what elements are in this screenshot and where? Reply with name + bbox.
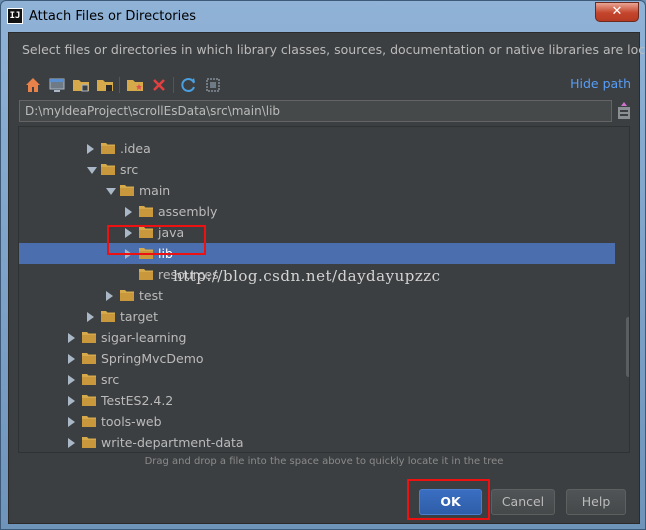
folder-icon [139, 205, 153, 217]
tree-item-label: write-department-data [101, 435, 244, 450]
collapsed-arrow-icon[interactable] [68, 396, 75, 406]
folder-icon [101, 142, 115, 154]
tree-row[interactable]: main [19, 180, 615, 201]
tree-row[interactable]: lib [19, 243, 615, 264]
path-history-icon[interactable] [616, 101, 632, 121]
folder-icon [82, 352, 96, 364]
module-folder-icon[interactable] [95, 75, 115, 95]
tree-row[interactable]: tools-web [19, 411, 615, 432]
collapsed-arrow-icon[interactable] [125, 228, 132, 238]
tree-item-label: resources [158, 267, 219, 282]
drag-drop-hint: Drag and drop a file into the space abov… [144, 456, 504, 467]
tree-item-label: main [139, 183, 171, 198]
help-button[interactable]: Help [566, 489, 626, 515]
tree-item-label: .idea [120, 141, 151, 156]
toolbar-separator [119, 77, 120, 93]
tree-row[interactable]: src [19, 159, 615, 180]
tree-row[interactable]: SpringMvcDemo [19, 348, 615, 369]
window-title: Attach Files or Directories [29, 9, 197, 24]
scrollbar-thumb[interactable] [626, 317, 629, 377]
folder-icon [82, 415, 96, 427]
hide-path-link[interactable]: Hide path [570, 76, 631, 91]
desktop-icon[interactable] [47, 75, 67, 95]
folder-icon [82, 394, 96, 406]
tree-row[interactable]: write-department-data [19, 432, 615, 452]
collapsed-arrow-icon[interactable] [87, 144, 94, 154]
expanded-arrow-icon[interactable] [106, 188, 116, 195]
collapsed-arrow-icon[interactable] [125, 207, 132, 217]
tree-item-label: lib [158, 246, 173, 261]
show-hidden-icon[interactable] [203, 75, 223, 95]
tree-item-label: SpringMvcDemo [101, 351, 204, 366]
folder-icon [120, 184, 134, 196]
file-tree[interactable]: .idea src main assembly java lib resources test… [18, 126, 630, 453]
tree-item-label: assembly [158, 204, 218, 219]
folder-icon [139, 226, 153, 238]
dialog-description: Select files or directories in which lib… [22, 42, 646, 57]
intellij-app-icon: IJ [7, 8, 23, 24]
project-folder-icon[interactable] [71, 75, 91, 95]
refresh-icon[interactable] [179, 75, 199, 95]
collapsed-arrow-icon[interactable] [68, 375, 75, 385]
toolbar-separator [173, 77, 174, 93]
tree-item-label: src [101, 372, 120, 387]
tree-scrollbar[interactable] [626, 127, 629, 452]
tree-row[interactable]: sigar-learning [19, 327, 615, 348]
folder-icon [139, 247, 153, 259]
folder-icon [139, 268, 153, 280]
tree-row[interactable]: test [19, 285, 615, 306]
collapsed-arrow-icon[interactable] [68, 438, 75, 448]
folder-icon [101, 310, 115, 322]
folder-icon [120, 289, 134, 301]
dialog-window: IJ Attach Files or Directories ✕ Select … [0, 0, 646, 530]
tree-row[interactable]: java [19, 222, 615, 243]
tree-item-label: TestES2.4.2 [101, 393, 174, 408]
cancel-button[interactable]: Cancel [491, 489, 555, 515]
expanded-arrow-icon[interactable] [87, 167, 97, 174]
delete-icon[interactable] [149, 75, 169, 95]
tree-row[interactable]: TestES2.4.2 [19, 390, 615, 411]
collapsed-arrow-icon[interactable] [68, 417, 75, 427]
folder-icon [82, 373, 96, 385]
collapsed-arrow-icon[interactable] [68, 333, 75, 343]
dialog-content: Select files or directories in which lib… [8, 32, 646, 524]
tree-item-label: java [158, 225, 185, 240]
collapsed-arrow-icon[interactable] [125, 249, 132, 259]
folder-icon [82, 331, 96, 343]
home-icon[interactable] [23, 75, 43, 95]
tree-item-label: sigar-learning [101, 330, 187, 345]
tree-row[interactable]: resources [19, 264, 615, 285]
file-chooser-toolbar: Hide path [21, 73, 631, 97]
new-folder-icon[interactable] [125, 75, 145, 95]
close-button[interactable]: ✕ [595, 2, 639, 22]
collapsed-arrow-icon[interactable] [87, 312, 94, 322]
tree-row[interactable]: assembly [19, 201, 615, 222]
tree-item-label: tools-web [101, 414, 162, 429]
tree-row[interactable]: .idea [19, 138, 615, 159]
path-input[interactable]: D:\myIdeaProject\scrollEsData\src\main\l… [19, 100, 612, 122]
tree-item-label: src [120, 162, 139, 177]
ok-button[interactable]: OK [419, 489, 482, 515]
tree-row[interactable]: src [19, 369, 615, 390]
folder-icon [101, 163, 115, 175]
collapsed-arrow-icon[interactable] [106, 291, 113, 301]
tree-item-label: target [120, 309, 159, 324]
tree-row[interactable]: target [19, 306, 615, 327]
tree-item-label: test [139, 288, 164, 303]
folder-icon [82, 436, 96, 448]
title-bar[interactable]: IJ Attach Files or Directories ✕ [1, 1, 645, 33]
collapsed-arrow-icon[interactable] [68, 354, 75, 364]
